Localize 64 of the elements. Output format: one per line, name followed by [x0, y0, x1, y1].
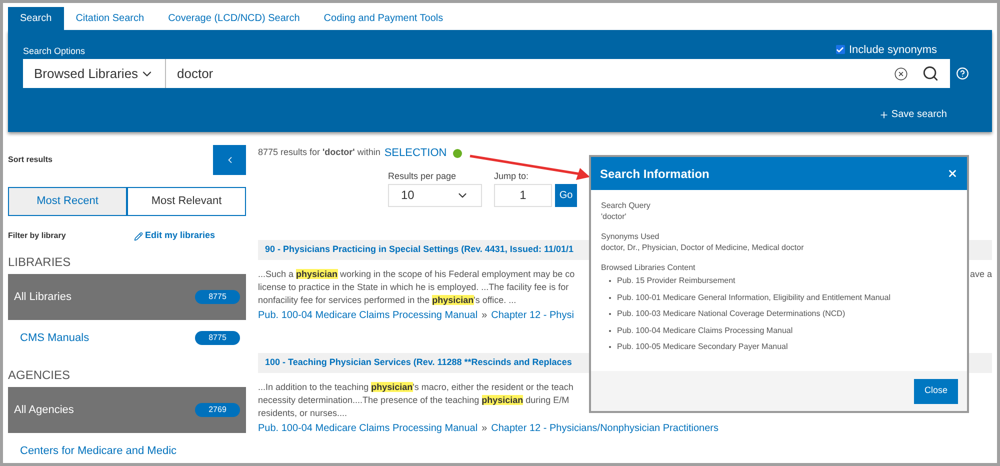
jump-to-label: Jump to: [494, 170, 530, 183]
search-options-label: Search Options [23, 44, 86, 58]
tab[interactable]: Coding and Payment Tools [312, 7, 456, 30]
library-item: Pub. 15 Provider Reimbursement [617, 275, 736, 288]
include-synonyms-checkbox[interactable] [836, 45, 845, 54]
dialog-title: Search Information [600, 166, 710, 182]
info-icon[interactable] [452, 148, 462, 158]
snippet-text: necessity determination....The presence of the teaching physician during E/M [258, 394, 570, 406]
breadcrumb-link[interactable]: Chapter 12 - Physicians/Nonphysician Practitioners [491, 420, 718, 436]
breadcrumb-link[interactable]: Chapter 12 - Physi [491, 308, 574, 322]
section-heading: Synonyms Used [601, 231, 660, 242]
selection-link[interactable]: SELECTION [384, 144, 447, 162]
collapse-button[interactable] [213, 144, 246, 174]
group-heading: AGENCIES [8, 367, 72, 384]
help-icon[interactable] [956, 67, 969, 80]
snippet-text: ...Such a physician working in the scope of his Federal employment may be co [258, 268, 575, 280]
count-badge: 2769 [195, 403, 240, 417]
section-text: doctor, Dr., Physician, Doctor of Medicine, Medical doctor [601, 242, 805, 253]
filter-item[interactable]: All Libraries 8775 [8, 274, 246, 320]
plus-icon [879, 110, 890, 120]
snippet-text: ave a [970, 268, 992, 280]
section-heading: Browsed Libraries Content [601, 262, 696, 273]
snippet-text: nonfacility fee for services performed in the physician's office. ... [258, 294, 516, 306]
pencil-icon [134, 232, 143, 240]
filter-item[interactable]: All Agencies 2769 [8, 387, 246, 433]
snippet-text: license to practice in the State in which he is employed. ...The facility fee is for [258, 280, 569, 294]
clear-icon[interactable] [894, 66, 908, 80]
edit-libraries-link[interactable]: Edit my libraries [134, 229, 216, 243]
results-per-page-label: Results per page [388, 170, 458, 183]
tab[interactable]: Search [8, 7, 64, 30]
library-item: Pub. 100-05 Medicare Secondary Payer Manual [617, 341, 788, 354]
breadcrumb-link[interactable]: Pub. 100-04 Medicare Claims Processing Manual [258, 308, 478, 322]
tab[interactable]: Citation Search [64, 7, 156, 30]
group-heading: LIBRARIES [8, 254, 72, 271]
section-heading: Search Query [601, 200, 652, 211]
library-item: Pub. 100-03 Medicare National Coverage Determinations (NCD) [617, 308, 846, 320]
section-text: 'doctor' [601, 211, 628, 222]
close-button[interactable]: Close [914, 378, 958, 404]
results-per-page-dropdown[interactable]: 10 [388, 184, 482, 206]
tab[interactable]: Coverage (LCD/NCD) Search [156, 7, 312, 30]
count-badge: 8775 [195, 331, 240, 345]
library-item: Pub. 100-04 Medicare Claims Processing Manual [617, 324, 793, 337]
close-icon[interactable] [947, 168, 958, 179]
filter-label: Filter by library [8, 230, 67, 242]
search-icon[interactable] [922, 65, 939, 82]
snippet-text: ...In addition to the teaching physician's macro, either the resident or the teach [258, 380, 574, 394]
sort-option[interactable]: Most Relevant [127, 187, 246, 216]
save-search-button[interactable]: Save search [879, 107, 947, 122]
jump-to-field[interactable]: 1 [494, 184, 552, 206]
count-badge: 8775 [195, 290, 240, 304]
breadcrumb-separator-icon: » [482, 420, 488, 436]
sort-option[interactable]: Most Recent [8, 187, 127, 216]
snippet-text: residents, or nurses.... [258, 406, 348, 420]
search-field[interactable]: doctor [166, 59, 950, 88]
result-title[interactable]: 90 - Physicians Practicing in Special Settings (Rev. 4431, Issued: 11/01/1 [265, 242, 574, 256]
library-item: Pub. 100-01 Medicare General Information, Eligibility and Entitlement Manual [617, 292, 890, 304]
scope-dropdown[interactable]: Browsed Libraries [23, 59, 166, 88]
results-summary: 8775 results for 'doctor' within [258, 146, 380, 160]
go-button[interactable]: Go [555, 184, 577, 206]
include-synonyms-label: Include synonyms [848, 42, 937, 58]
breadcrumb-separator-icon: » [482, 308, 488, 322]
breadcrumb-link[interactable]: Pub. 100-04 Medicare Claims Processing Manual [258, 420, 478, 436]
sort-results-label: Sort results [8, 154, 52, 166]
result-title[interactable]: 100 - Teaching Physician Services (Rev. 11288 **Rescinds and Replaces [265, 356, 572, 370]
